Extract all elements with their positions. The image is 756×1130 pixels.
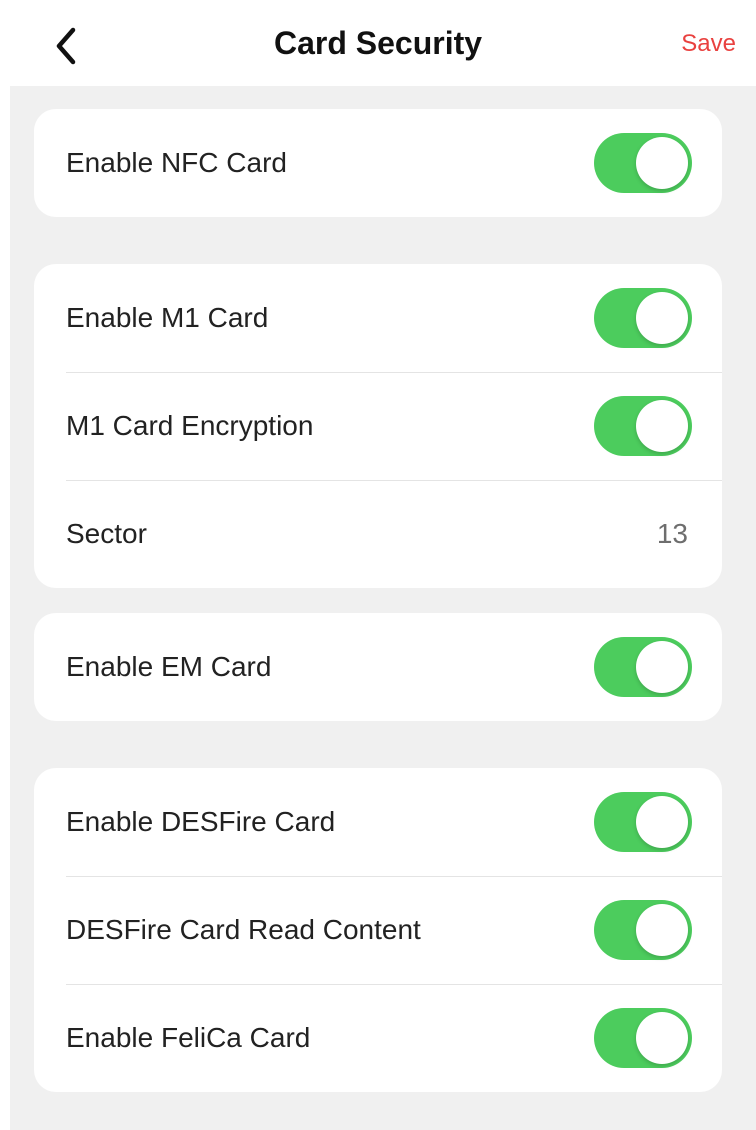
setting-label: Enable EM Card — [66, 651, 272, 682]
enable-desfire-card-toggle[interactable] — [594, 792, 692, 852]
toggle-knob — [636, 1012, 688, 1064]
enable-m1-card-toggle[interactable] — [594, 288, 692, 348]
setting-row-enable-nfc-card: Enable NFC Card — [34, 109, 722, 217]
m1-card-encryption-toggle[interactable] — [594, 396, 692, 456]
chevron-left-icon — [56, 27, 76, 65]
toggle-knob — [636, 904, 688, 956]
setting-row-m1-card-encryption: M1 Card Encryption — [34, 372, 722, 480]
setting-label: Enable DESFire Card — [66, 806, 336, 837]
toggle-knob — [636, 292, 688, 344]
toggle-knob — [636, 641, 688, 693]
toggle-knob — [636, 796, 688, 848]
settings-group-m1: Enable M1 Card M1 Card Encryption Sector… — [34, 264, 722, 588]
settings-group-em: Enable EM Card — [34, 613, 722, 721]
enable-em-card-toggle[interactable] — [594, 637, 692, 697]
setting-row-desfire-card-read-content: DESFire Card Read Content — [34, 876, 722, 984]
desfire-card-read-content-toggle[interactable] — [594, 900, 692, 960]
setting-row-enable-em-card: Enable EM Card — [34, 613, 722, 721]
setting-row-enable-desfire-card: Enable DESFire Card — [34, 768, 722, 876]
page-title: Card Security — [273, 25, 483, 61]
setting-label: Sector — [66, 518, 147, 549]
setting-label: Enable FeliCa Card — [66, 1022, 311, 1053]
setting-label: DESFire Card Read Content — [66, 914, 421, 945]
sector-value: 13 — [656, 518, 688, 549]
navigation-bar: Card Security Save — [0, 0, 756, 86]
settings-group-nfc: Enable NFC Card — [34, 109, 722, 217]
enable-nfc-card-toggle[interactable] — [594, 133, 692, 193]
toggle-knob — [636, 137, 688, 189]
toggle-knob — [636, 400, 688, 452]
setting-label: M1 Card Encryption — [66, 410, 314, 441]
settings-group-desfire: Enable DESFire Card DESFire Card Read Co… — [34, 768, 722, 1092]
save-button[interactable]: Save — [681, 26, 736, 62]
setting-row-enable-felica-card: Enable FeliCa Card — [34, 984, 722, 1092]
back-button[interactable] — [44, 24, 88, 68]
setting-label: Enable NFC Card — [66, 147, 287, 178]
setting-row-enable-m1-card: Enable M1 Card — [34, 264, 722, 372]
settings-content: Enable NFC Card Enable M1 Card M1 Card E… — [10, 86, 756, 1130]
setting-label: Enable M1 Card — [66, 302, 269, 333]
setting-row-sector[interactable]: Sector 13 — [34, 480, 722, 588]
enable-felica-card-toggle[interactable] — [594, 1008, 692, 1068]
